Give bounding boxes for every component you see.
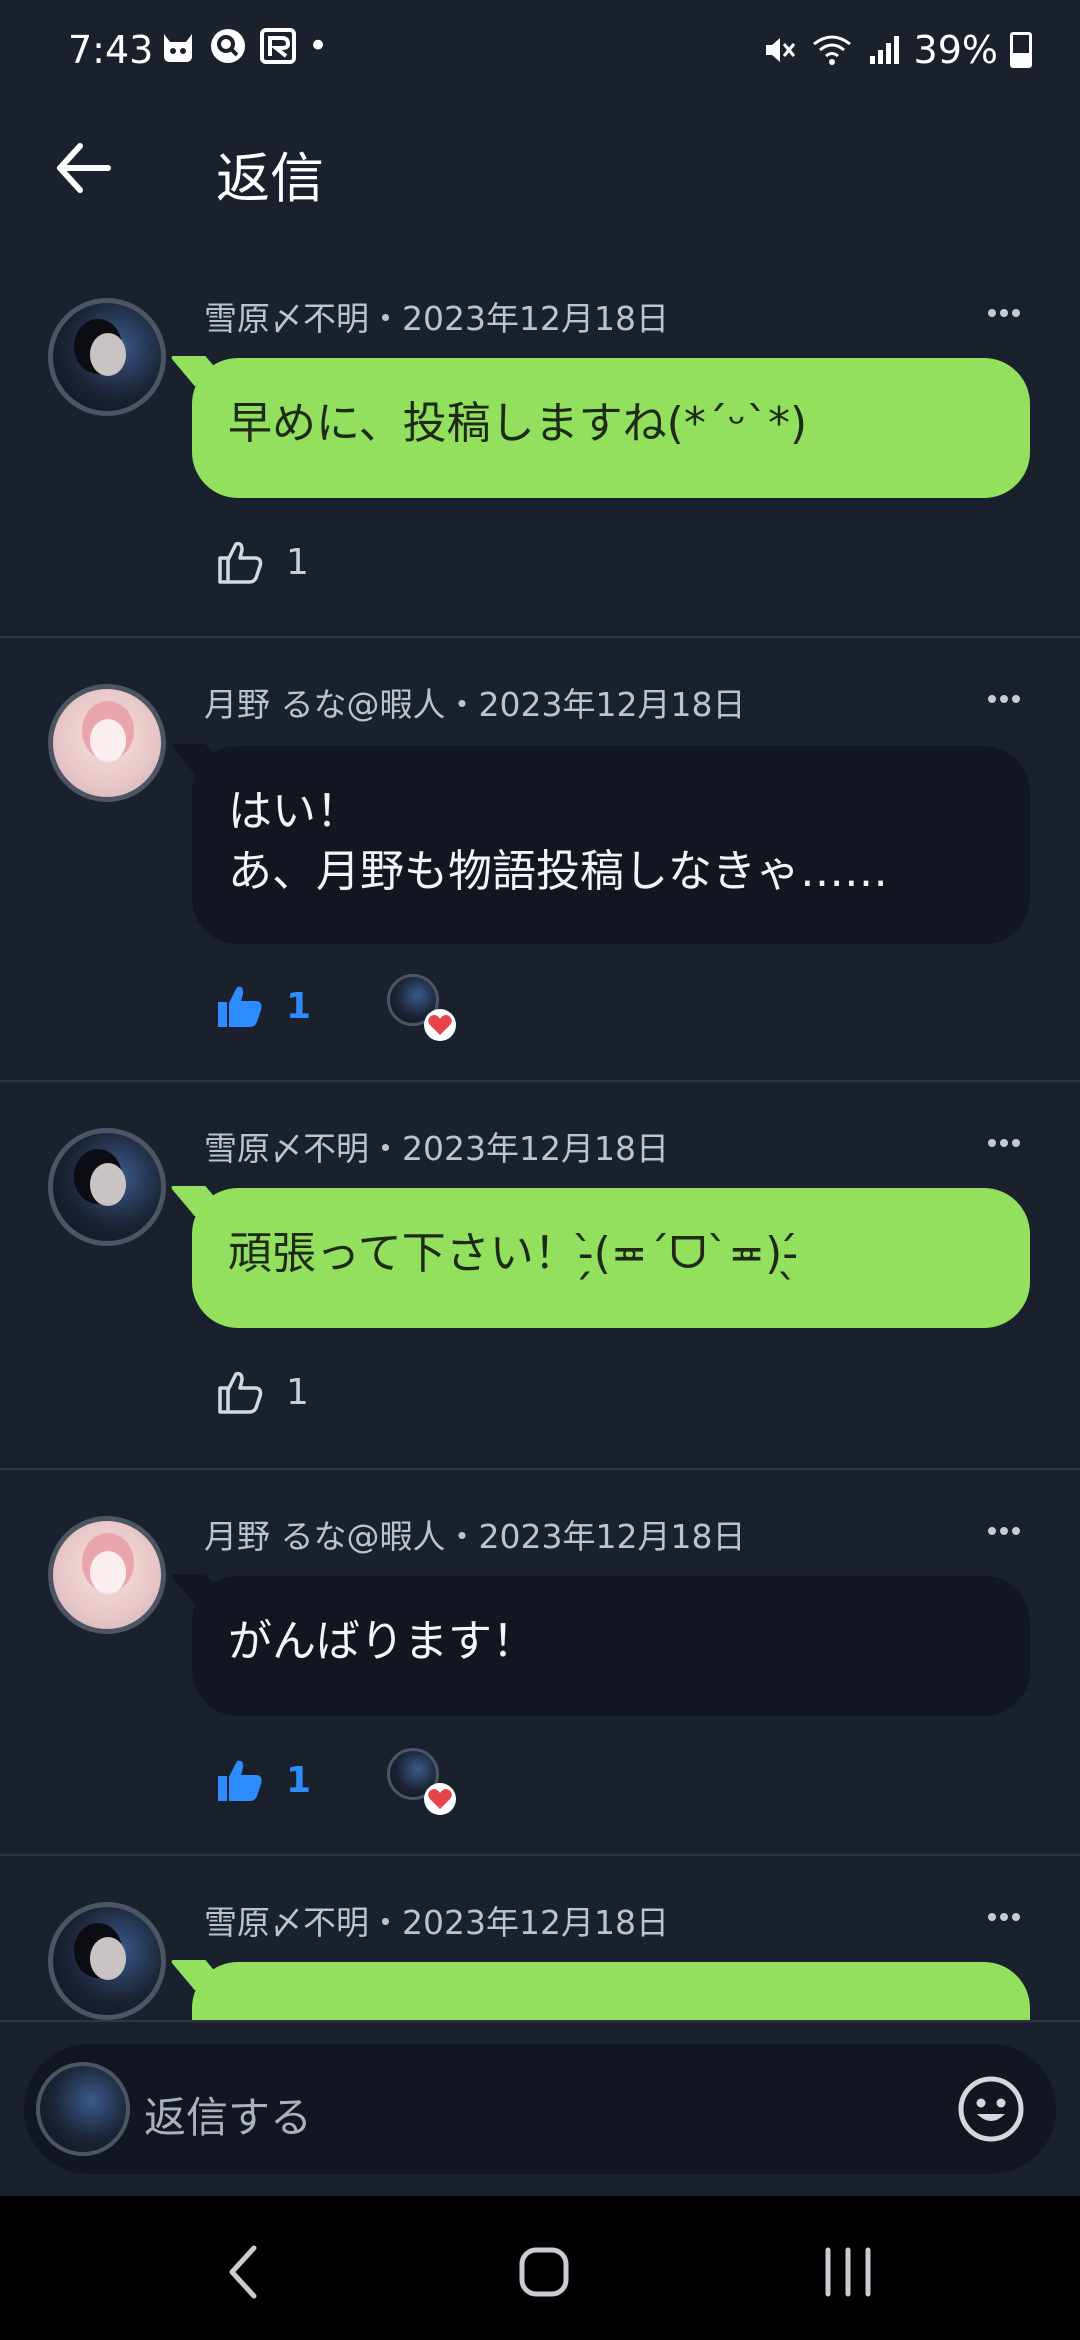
notification-dot: • — [308, 26, 329, 66]
avatar[interactable] — [48, 1128, 166, 1246]
comment-item: 雪原〆不明・2023年12月18日 — [0, 1856, 1080, 2020]
avatar[interactable] — [48, 298, 166, 416]
comment-meta: 雪原〆不明・2023年12月18日 — [204, 1129, 669, 1168]
comment-actions: 1 — [214, 1748, 457, 1815]
notification-icons: • — [158, 26, 328, 66]
more-options-button[interactable] — [988, 1132, 1028, 1156]
heart-icon — [424, 1783, 457, 1815]
like-count: 1 — [286, 1759, 312, 1801]
message-bubble: はい！ あ、月野も物語投稿しなきゃ…… — [192, 746, 1030, 944]
message-bubble — [192, 1962, 1030, 2020]
like-count: 1 — [286, 541, 309, 583]
comment-item: 月野 るな@暇人・2023年12月18日 がんばります！ 1 — [0, 1470, 1080, 1856]
like-button[interactable]: 1 — [214, 536, 309, 588]
status-right: 39% — [762, 28, 1032, 72]
comment-actions: 1 — [214, 1362, 309, 1422]
avatar[interactable] — [48, 684, 166, 802]
app-header: 返信 — [0, 100, 1080, 240]
like-button[interactable]: 1 — [214, 1366, 309, 1418]
avatar[interactable] — [48, 1516, 166, 1634]
message-text: はい！ あ、月野も物語投稿しなきゃ…… — [228, 786, 888, 897]
nav-home-icon[interactable] — [504, 2232, 584, 2312]
comment-meta: 月野 るな@暇人・2023年12月18日 — [204, 685, 746, 724]
reaction-avatar[interactable] — [387, 1748, 457, 1815]
comment-item: 雪原〆不明・2023年12月18日 早めに、投稿しますね(*´ᵕ`*) 1 — [0, 252, 1080, 638]
like-button[interactable]: 1 — [214, 980, 311, 1032]
comment-meta: 雪原〆不明・2023年12月18日 — [204, 299, 669, 338]
reply-bar: 返信する — [0, 2020, 1080, 2198]
r-app-icon — [260, 28, 296, 64]
reply-placeholder: 返信する — [144, 2093, 313, 2142]
thumbs-up-filled-icon — [218, 1760, 262, 1801]
cat-app-icon — [164, 34, 192, 62]
back-arrow-icon[interactable] — [48, 132, 120, 204]
system-nav-bar — [0, 2196, 1080, 2340]
status-time: 7:43 — [68, 28, 154, 72]
search-app-icon — [211, 29, 245, 63]
wifi-icon — [812, 35, 851, 65]
avatar[interactable] — [48, 1902, 166, 2020]
thumbs-up-filled-icon — [218, 986, 262, 1027]
like-count: 1 — [286, 985, 312, 1027]
comment-meta: 月野 るな@暇人・2023年12月18日 — [204, 1517, 746, 1556]
emoji-icon[interactable] — [956, 2074, 1026, 2144]
page-title: 返信 — [216, 147, 324, 210]
thumbs-up-outline-icon — [218, 1371, 263, 1414]
like-count: 1 — [286, 1371, 309, 1413]
battery-icon — [1010, 32, 1032, 68]
message-text: 早めに、投稿しますね(*´ᵕ`*) — [228, 398, 808, 449]
message-text: がんばります！ — [228, 1616, 536, 1667]
battery-percent: 39% — [913, 28, 998, 72]
thumbs-up-outline-icon — [218, 541, 263, 584]
comment-actions: 1 — [214, 532, 309, 592]
more-options-button[interactable] — [988, 302, 1028, 326]
reply-input[interactable]: 返信する — [24, 2044, 1056, 2174]
reaction-avatar[interactable] — [387, 974, 457, 1041]
comment-item: 月野 るな@暇人・2023年12月18日 はい！ あ、月野も物語投稿しなきゃ……… — [0, 638, 1080, 1082]
heart-icon — [424, 1009, 457, 1041]
mute-icon — [765, 38, 795, 62]
more-options-button[interactable] — [988, 688, 1028, 712]
message-text: 頑張って下さい！-̗̀(≖´ᗜ`≖)-̖́ — [228, 1228, 799, 1279]
nav-recents-icon[interactable] — [808, 2232, 888, 2312]
message-bubble: がんばります！ — [192, 1576, 1030, 1716]
comment-actions: 1 — [214, 974, 457, 1041]
status-bar: 7:43 • 39% — [0, 0, 1080, 100]
message-bubble: 頑張って下さい！-̗̀(≖´ᗜ`≖)-̖́ — [192, 1188, 1030, 1328]
like-button[interactable]: 1 — [214, 1754, 311, 1806]
message-bubble: 早めに、投稿しますね(*´ᵕ`*) — [192, 358, 1030, 498]
signal-icon — [869, 36, 899, 64]
nav-back-icon[interactable] — [204, 2232, 284, 2312]
comment-meta: 雪原〆不明・2023年12月18日 — [204, 1903, 669, 1942]
avatar — [36, 2062, 130, 2156]
more-options-button[interactable] — [988, 1906, 1028, 1930]
more-options-button[interactable] — [988, 1520, 1028, 1544]
comment-item: 雪原〆不明・2023年12月18日 頑張って下さい！-̗̀(≖´ᗜ`≖)-̖́ … — [0, 1082, 1080, 1470]
